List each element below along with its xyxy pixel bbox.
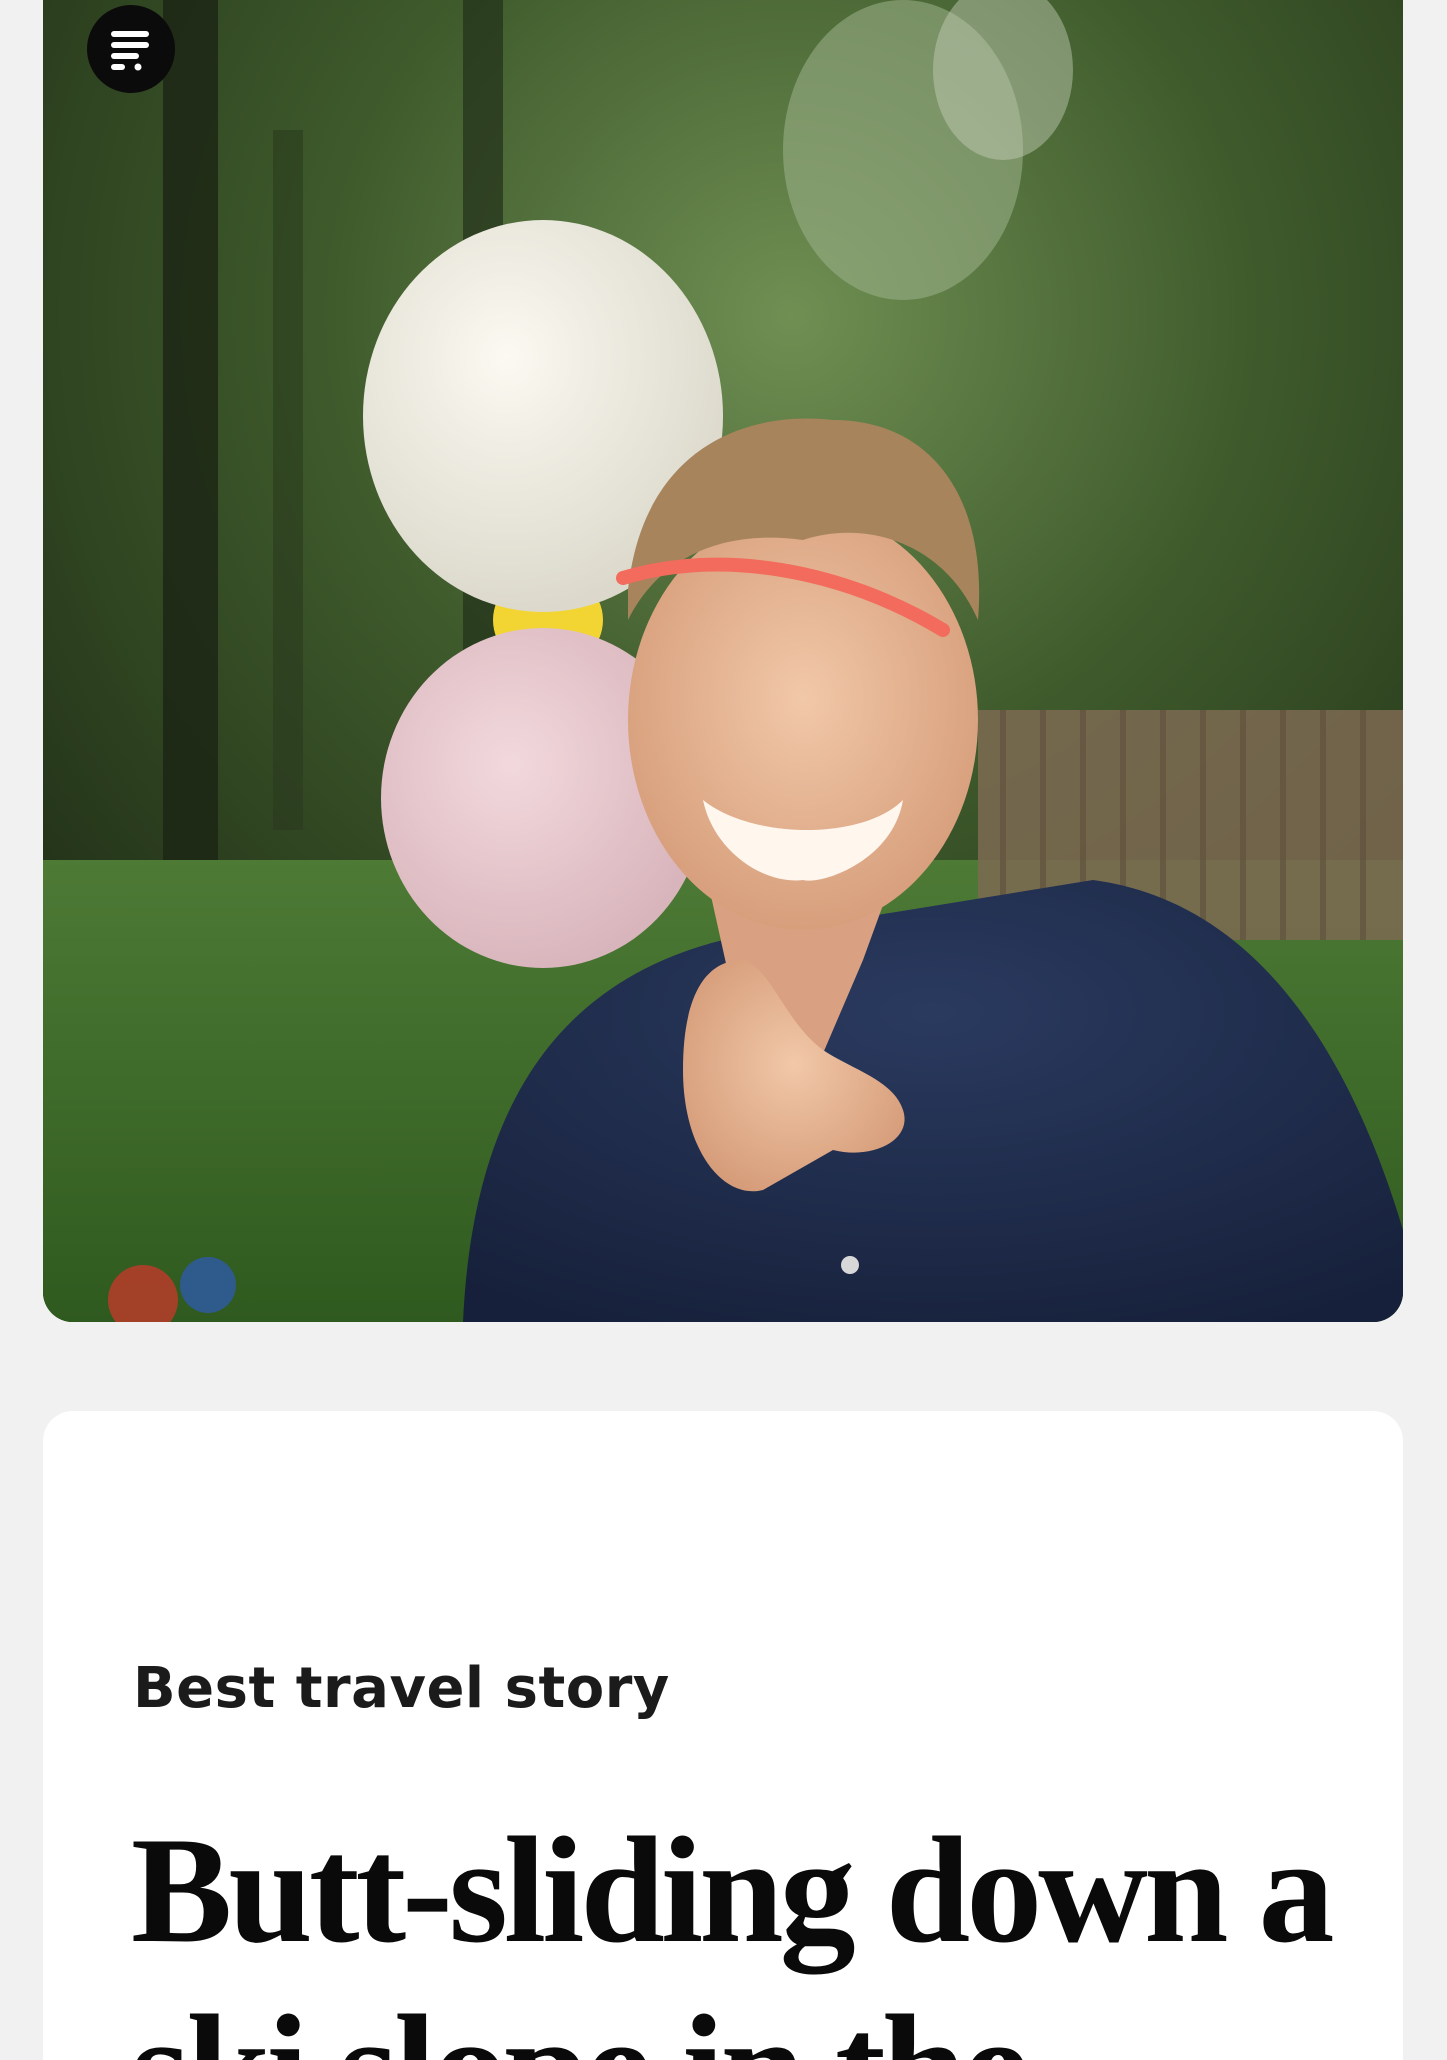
article-category: Best travel story [133, 1656, 670, 1721]
hero-image [43, 0, 1403, 1322]
article-card[interactable]: Best travel story Butt-sliding down a sk… [43, 1411, 1403, 2060]
menu-button[interactable] [87, 5, 175, 93]
menu-lines-icon [111, 31, 149, 71]
article-headline[interactable]: Butt-sliding down a ski slope in the [131, 1801, 1335, 2060]
hero-photo [43, 0, 1403, 1322]
